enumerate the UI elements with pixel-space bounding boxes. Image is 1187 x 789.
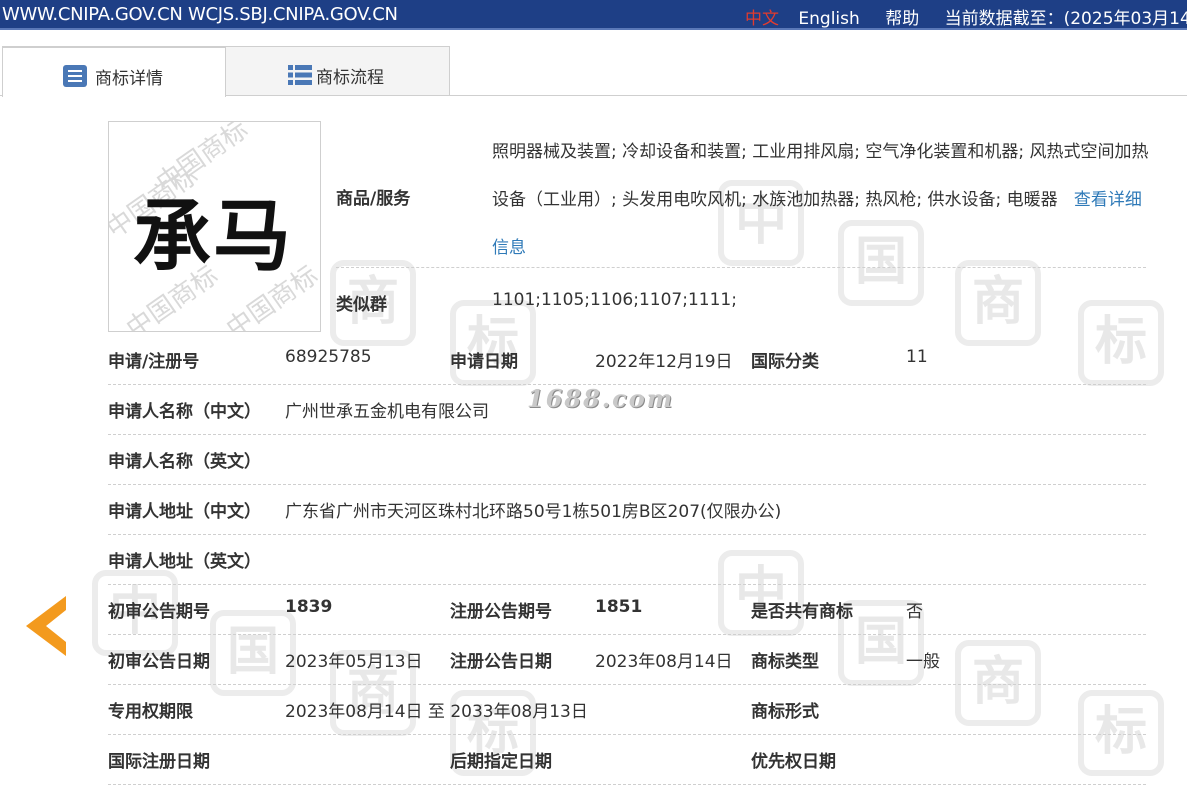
top-bar: WWW.CNIPA.GOV.CN WCJS.SBJ.CNIPA.GOV.CN 中… [0,0,1187,30]
reg-date-value: 2023年08月14日 [595,652,733,672]
help-link[interactable]: 帮助 [885,9,919,29]
exclusive-term-value: 2023年08月14日 至 2033年08月13日 [285,702,588,722]
reg-issue-value: 1851 [595,597,643,617]
similar-group-value: 1101;1105;1106;1107;1111; [492,290,737,310]
top-links: 中文 English 帮助 当前数据截至：(2025年03月14日 [745,4,1187,29]
goods-services-text: 照明器械及装置; 冷却设备和装置; 工业用排风扇; 空气净化装置和机器; 风热式… [492,128,1152,272]
field-label: 申请人地址（中文） [108,502,261,522]
field-label: 商标形式 [751,702,819,722]
trademark-image: 中国商标 中国商标 中国商标 中国商标 承马 [108,121,321,332]
field-label: 申请日期 [450,352,518,372]
reg-number-value: 68925785 [285,347,372,367]
list-flow-icon [288,65,312,85]
lang-chinese-link[interactable]: 中文 [745,9,779,29]
applicant-name-cn-value: 广州世承五金机电有限公司 [285,402,489,422]
mark-type-value: 一般 [906,652,940,672]
apply-date-value: 2022年12月19日 [595,352,733,372]
prelim-issue-value: 1839 [285,597,333,617]
info-row: 初审公告期号 1839 注册公告期号 1851 是否共有商标 否 [108,585,1146,635]
tab-label: 商标详情 [95,69,163,89]
field-label: 商标类型 [751,652,819,672]
site-url: WWW.CNIPA.GOV.CN WCJS.SBJ.CNIPA.GOV.CN [2,4,398,25]
prelim-date-value: 2023年05月13日 [285,652,423,672]
similar-group-label: 类似群 [336,295,387,315]
goods-services-value: 照明器械及装置; 冷却设备和装置; 工业用排风扇; 空气净化装置和机器; 风热式… [492,142,1149,210]
info-row: 国际注册日期 后期指定日期 优先权日期 [108,735,1146,785]
field-label: 申请人地址（英文） [108,552,261,572]
tab-label: 商标流程 [316,68,384,88]
shared-mark-value: 否 [906,602,923,622]
info-row: 专用权期限 2023年08月14日 至 2033年08月13日 商标形式 [108,685,1146,735]
field-label: 专用权期限 [108,702,193,722]
field-label: 优先权日期 [751,752,836,772]
tab-trademark-flow[interactable]: 商标流程 [226,46,450,96]
prev-arrow-icon[interactable] [24,594,68,658]
field-label: 初审公告日期 [108,652,210,672]
lang-english-link[interactable]: English [798,9,859,29]
field-label: 初审公告期号 [108,602,210,622]
field-label: 申请/注册号 [108,352,200,372]
applicant-address-cn-value: 广东省广州市天河区珠村北环路50号1栋501房B区207(仅限办公) [285,502,782,522]
intl-class-value: 11 [906,347,928,367]
info-row: 申请/注册号 68925785 申请日期 2022年12月19日 国际分类 11 [108,335,1146,385]
field-label: 国际分类 [751,352,819,372]
list-detail-icon [63,65,87,87]
info-row: 初审公告日期 2023年05月13日 注册公告日期 2023年08月14日 商标… [108,635,1146,685]
overlay-watermark: 1688.com [527,384,675,413]
info-row: 申请人地址（中文） 广东省广州市天河区珠村北环路50号1栋501房B区207(仅… [108,485,1146,535]
field-label: 注册公告日期 [450,652,552,672]
goods-services-label: 商品/服务 [336,189,411,209]
tab-trademark-detail[interactable]: 商标详情 [2,46,226,97]
info-row: 申请人地址（英文） [108,535,1146,585]
watermark-stamp: 商 [955,260,1041,346]
field-label: 申请人名称（英文） [108,452,261,472]
divider [336,267,1146,268]
field-label: 注册公告期号 [450,602,552,622]
field-label: 国际注册日期 [108,752,210,772]
field-label: 申请人名称（中文） [108,402,261,422]
field-label: 是否共有商标 [751,602,853,622]
field-label: 后期指定日期 [450,752,552,772]
info-row: 申请人名称（英文） [108,435,1146,485]
data-date-text: 当前数据截至：(2025年03月14日 [944,9,1187,29]
trademark-text: 承马 [133,191,294,282]
